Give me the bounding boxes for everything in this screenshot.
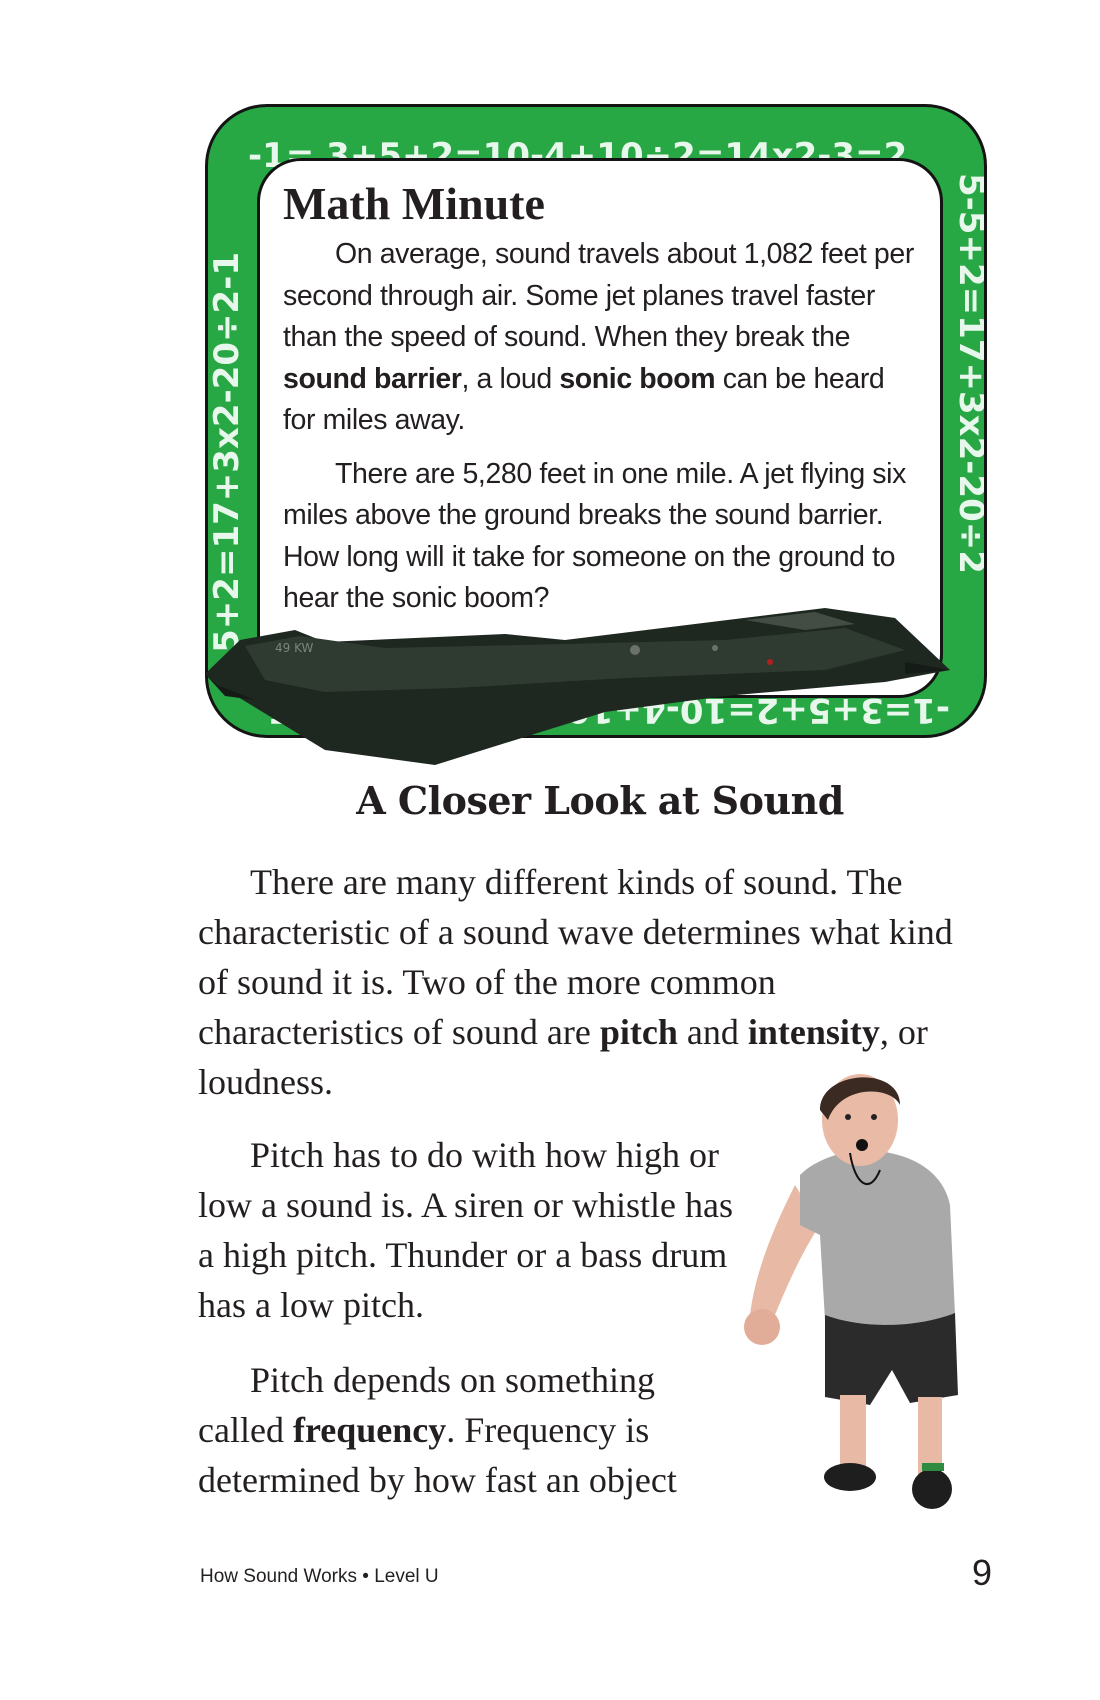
body-paragraph-2: Pitch has to do with how high or low a s… [198,1135,733,1325]
term-pitch: pitch [599,1012,678,1052]
jet-marking-text: 49 KW [275,641,314,655]
math-minute-title: Math Minute [283,178,545,229]
section-heading: A Closer Look at Sound [356,778,844,823]
footer-book-title: How Sound Works • Level U [200,1566,439,1587]
stealth-jet-image: 49 KW [205,608,950,765]
math-minute-text: On average, sound travels about 1,082 fe… [283,234,923,632]
term-sound-barrier: sound barrier [283,362,462,395]
term-sonic-boom: sonic boom [559,362,716,395]
term-frequency: frequency [292,1410,447,1450]
body-paragraph-3: Pitch depends on something called freque… [198,1360,677,1500]
border-right-text: 5-5+2=17+3x2-20÷2 [951,173,987,574]
term-intensity: intensity [747,1012,880,1052]
math-paragraph-1: On average, sound travels about 1,082 fe… [283,238,914,436]
man-blowing-whistle-image [744,1074,958,1509]
page-number: 9 [972,1552,993,1593]
math-paragraph-2: There are 5,280 feet in one mile. A jet … [283,457,906,615]
